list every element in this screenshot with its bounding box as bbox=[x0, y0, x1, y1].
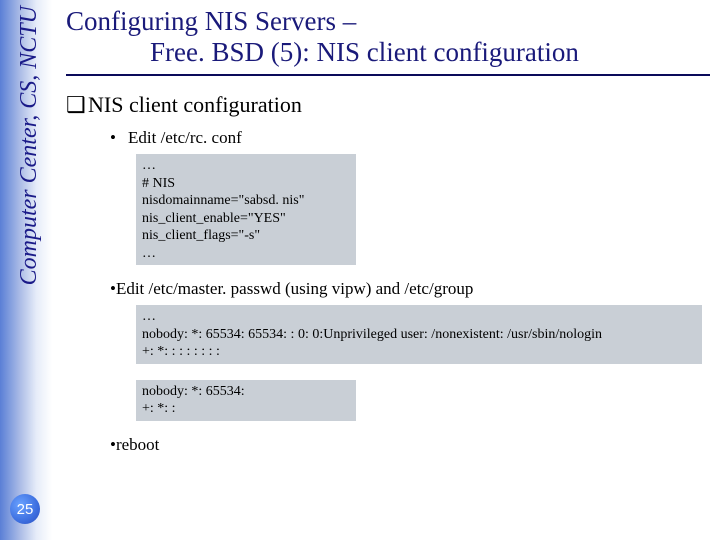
section-heading: ❑NIS client configuration bbox=[66, 92, 710, 118]
bullet-dot-icon: • bbox=[110, 128, 128, 148]
spacer bbox=[66, 364, 710, 374]
bullet-text-1: Edit /etc/rc. conf bbox=[128, 128, 242, 147]
slide-title: Configuring NIS Servers – Free. BSD (5):… bbox=[66, 6, 710, 68]
bullet-item-1: •Edit /etc/rc. conf bbox=[110, 128, 710, 148]
bullet-text-3: reboot bbox=[116, 435, 159, 454]
title-divider bbox=[66, 74, 710, 76]
sidebar: Computer Center, CS, NCTU bbox=[0, 0, 52, 540]
page-number-badge: 25 bbox=[10, 494, 40, 524]
bullet-item-2: •Edit /etc/master. passwd (using vipw) a… bbox=[110, 279, 710, 299]
title-line-2: Free. BSD (5): NIS client configuration bbox=[66, 37, 579, 68]
sidebar-label: Computer Center, CS, NCTU bbox=[16, 6, 43, 285]
slide: Computer Center, CS, NCTU 25 Configuring… bbox=[0, 0, 720, 540]
code-block-rcconf: … # NIS nisdomainname="sabsd. nis" nis_c… bbox=[136, 154, 356, 265]
code-block-passwd: … nobody: *: 65534: 65534: : 0: 0:Unpriv… bbox=[136, 305, 702, 364]
bullet-text-2: Edit /etc/master. passwd (using vipw) an… bbox=[116, 279, 473, 298]
bullet-item-3: •reboot bbox=[110, 435, 710, 455]
title-line-1: Configuring NIS Servers – bbox=[66, 6, 356, 36]
code-block-group: nobody: *: 65534: +: *: : bbox=[136, 380, 356, 421]
bullet-square-icon: ❑ bbox=[66, 92, 88, 118]
content-area: Configuring NIS Servers – Free. BSD (5):… bbox=[66, 6, 710, 530]
section-label: NIS client configuration bbox=[88, 92, 302, 117]
